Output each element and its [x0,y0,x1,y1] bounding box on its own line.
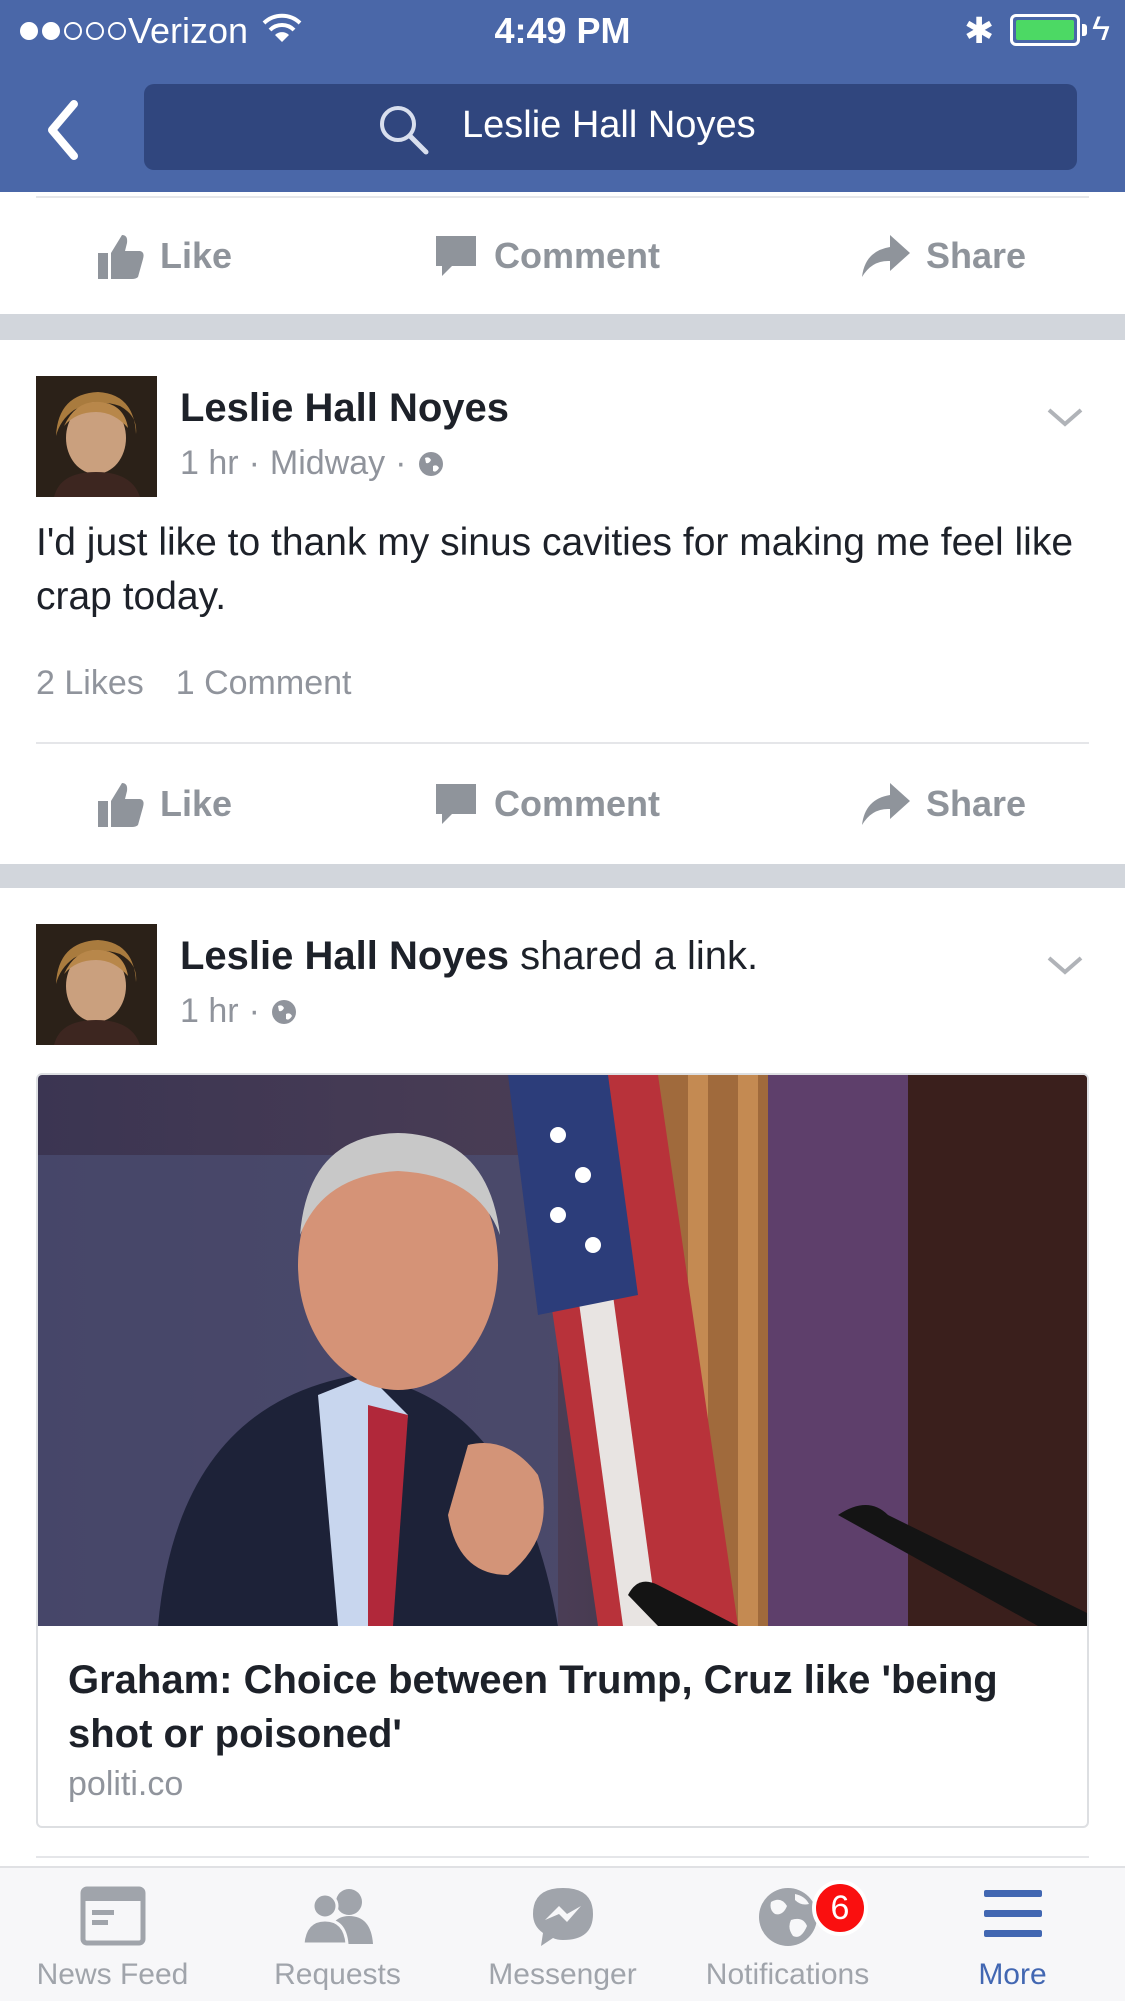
meta-separator: · [395,444,407,482]
battery-icon [1010,14,1080,46]
comment-icon [436,784,476,824]
post-time[interactable]: 1 hr [180,444,239,483]
avatar[interactable] [36,376,157,497]
like-button[interactable]: Like [96,764,232,844]
chevron-left-icon[interactable] [40,94,88,166]
avatar-image [36,924,157,1045]
feed-separator [0,864,1125,888]
status-bar: Verizon 4:49 PM ✱ ϟ [0,0,1125,62]
tab-label: Requests [274,1958,401,1991]
thumbs-up-icon [98,235,144,279]
globe-icon [758,1888,817,1946]
reaction-counts: 2 Likes 1 Comment [36,664,351,703]
bluetooth-icon: ✱ [964,10,995,51]
notifications-badge: 6 [812,1880,868,1936]
navigation-header: Verizon 4:49 PM ✱ ϟ Leslie Hall Noyes [0,0,1125,192]
tab-label: Messenger [488,1958,637,1991]
like-label: Like [160,783,233,824]
globe-icon [418,451,443,476]
link-domain: politi.co [68,1765,184,1803]
comment-label: Comment [494,783,661,824]
tab-label: More [978,1958,1047,1991]
menu-icon [983,1890,1042,1937]
chevron-down-icon[interactable] [1045,952,1085,978]
share-icon [862,783,910,825]
share-icon [862,235,910,277]
post-author[interactable]: Leslie Hall Noyes [180,386,509,431]
comment-button[interactable]: Comment [432,764,660,844]
post-author[interactable]: Leslie Hall Noyes [180,934,509,978]
charging-icon: ϟ [1092,10,1110,48]
avatar[interactable] [36,924,157,1045]
thumbs-up-icon [98,783,144,827]
clock: 4:49 PM [494,10,631,51]
battery-tip [1082,24,1087,36]
post-time[interactable]: 1 hr [180,992,239,1031]
search-query: Leslie Hall Noyes [462,104,756,146]
comment-label: Comment [494,235,661,276]
share-button[interactable]: Share [860,216,1026,296]
post-location[interactable]: Midway [270,444,385,483]
share-button[interactable]: Share [860,764,1026,844]
post-meta: 1 hr · Midway · [180,444,445,483]
share-label: Share [926,235,1027,276]
like-label: Like [160,235,233,276]
tab-messenger[interactable]: Messenger [450,1868,675,2001]
link-title: Graham: Choice between Trump, Cruz like … [68,1658,998,1756]
comment-icon [436,236,476,276]
divider [36,1856,1089,1858]
tab-bar: News Feed Requests Messenger Notificatio… [0,1866,1125,2001]
post-author-line: Leslie Hall Noyes shared a link. [180,934,758,979]
friends-icon [300,1889,373,1946]
post-text: I'd just like to thank my sinus cavities… [36,521,1074,618]
likes-count[interactable]: 2 Likes [36,664,144,703]
comment-button[interactable]: Comment [432,216,660,296]
post-actions-bar: Like Comment Share [0,764,1125,844]
search-field[interactable]: Leslie Hall Noyes [144,84,1077,170]
globe-icon [271,999,296,1024]
search-icon [380,106,429,155]
feed-separator [0,314,1125,340]
link-preview-image [38,1075,1087,1626]
tab-notifications[interactable]: Notifications [675,1868,900,2001]
tab-label: News Feed [36,1958,189,1991]
post-actions-bar: Like Comment Share [0,216,1125,296]
news-feed-icon [80,1886,145,1946]
tab-news-feed[interactable]: News Feed [0,1868,225,2001]
comments-count[interactable]: 1 Comment [176,664,352,703]
messenger-icon [532,1888,593,1946]
share-label: Share [926,783,1027,824]
link-preview-card[interactable]: Graham: Choice between Trump, Cruz like … [36,1073,1089,1828]
like-button[interactable]: Like [96,216,232,296]
post-meta: 1 hr · [180,992,298,1031]
meta-separator: · [248,444,260,482]
tab-more[interactable]: More [900,1868,1125,2001]
divider [36,196,1089,198]
post-action: shared a link. [520,934,759,978]
tab-requests[interactable]: Requests [225,1868,450,2001]
divider [36,742,1089,744]
meta-separator: · [248,992,260,1030]
tab-label: Notifications [705,1958,870,1991]
chevron-down-icon[interactable] [1045,404,1085,430]
avatar-image [36,376,157,497]
